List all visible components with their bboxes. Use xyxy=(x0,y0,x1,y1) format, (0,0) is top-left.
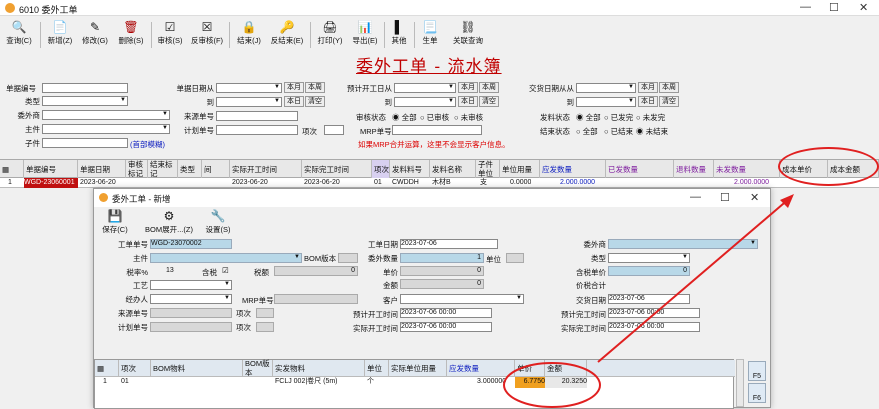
arrow-line xyxy=(597,197,791,363)
annotation-overlay xyxy=(503,194,794,408)
highlight-circle-price xyxy=(503,362,601,408)
